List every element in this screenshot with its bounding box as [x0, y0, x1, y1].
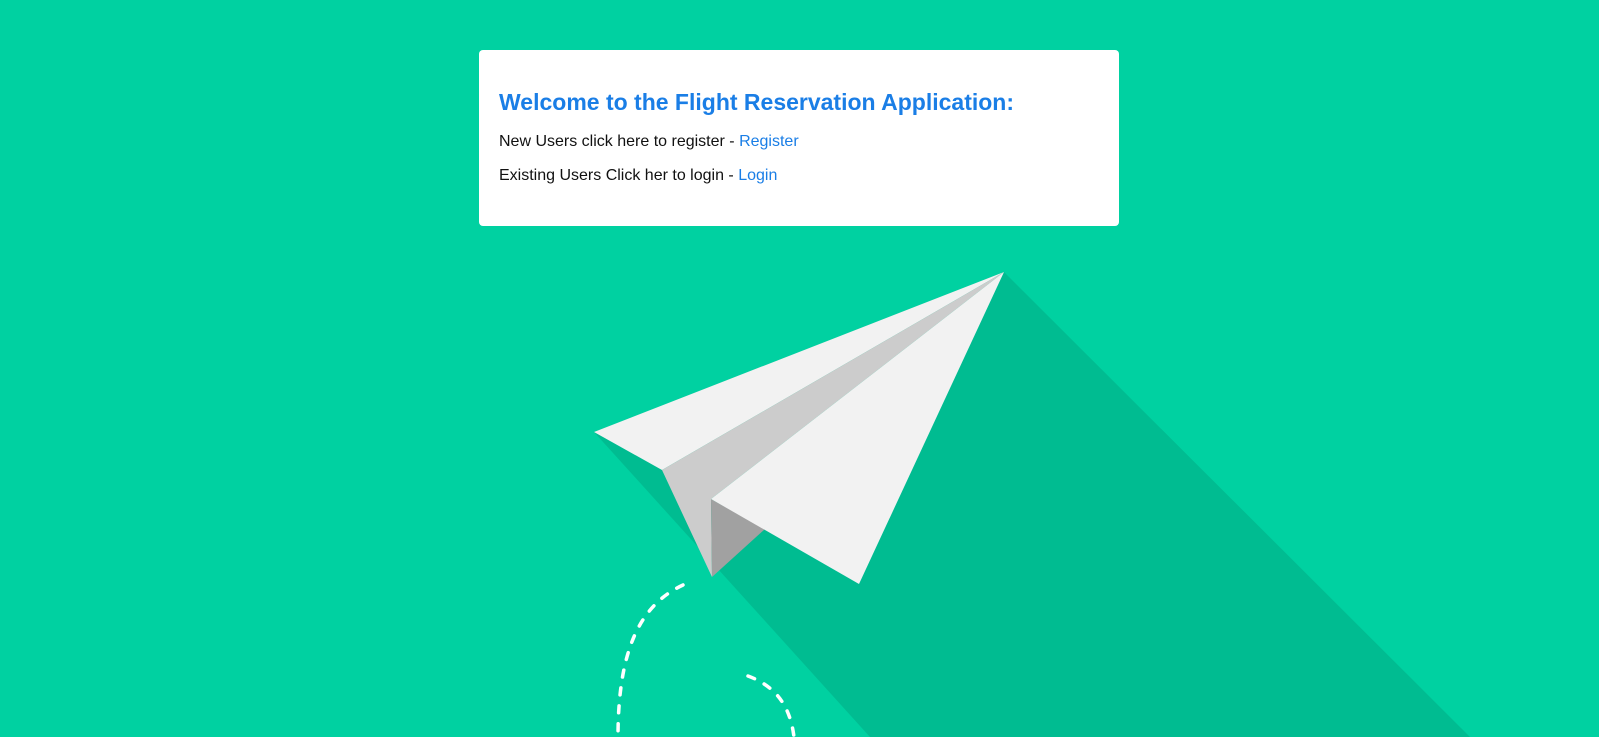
register-link[interactable]: Register: [739, 133, 799, 150]
login-prompt: Existing Users Click her to login - Logi…: [499, 166, 1099, 186]
login-link[interactable]: Login: [738, 167, 777, 184]
login-prompt-text: Existing Users Click her to login -: [499, 167, 739, 184]
welcome-card: Welcome to the Flight Reservation Applic…: [479, 50, 1119, 226]
page: Welcome to the Flight Reservation Applic…: [0, 0, 1599, 737]
register-prompt-text: New Users click here to register -: [499, 133, 740, 150]
welcome-title: Welcome to the Flight Reservation Applic…: [499, 89, 1014, 115]
register-prompt: New Users click here to register - Regis…: [499, 132, 1099, 152]
